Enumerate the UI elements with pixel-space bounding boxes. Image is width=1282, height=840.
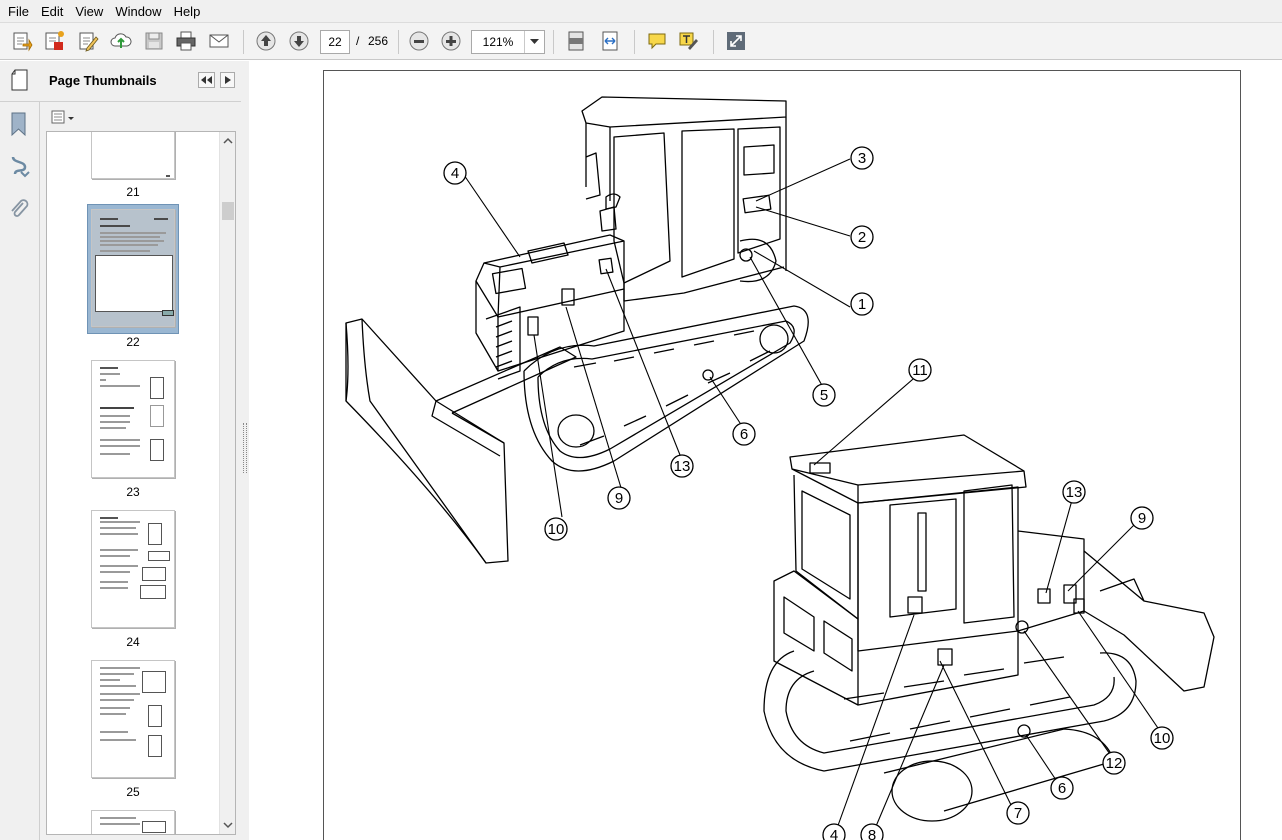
thumbnail-scrollbar[interactable] bbox=[219, 132, 235, 834]
zoom-value: 121% bbox=[482, 35, 514, 49]
page-icon bbox=[11, 69, 28, 91]
thumbnail-label: 23 bbox=[126, 485, 140, 499]
splitter-grip[interactable] bbox=[243, 423, 247, 473]
chevron-down-icon[interactable] bbox=[524, 31, 544, 53]
pane-options-icon[interactable] bbox=[220, 72, 235, 88]
toolbar-separator bbox=[553, 30, 554, 54]
toolbar-separator bbox=[398, 30, 399, 54]
comment-icon[interactable] bbox=[643, 28, 671, 54]
fit-page-icon[interactable] bbox=[562, 28, 590, 54]
edit-icon[interactable] bbox=[74, 28, 102, 54]
thumbnail-options-button[interactable] bbox=[51, 109, 75, 127]
callout-number: 1 bbox=[858, 296, 866, 313]
menu-help[interactable]: Help bbox=[168, 0, 207, 23]
callout-number: 2 bbox=[858, 229, 866, 246]
callout-number: 8 bbox=[868, 827, 876, 840]
callout-number: 10 bbox=[1154, 730, 1171, 747]
scroll-up-icon[interactable] bbox=[223, 137, 233, 144]
thumbnail-page[interactable] bbox=[91, 810, 175, 834]
highlight-text-icon[interactable] bbox=[675, 28, 703, 54]
email-icon[interactable] bbox=[205, 28, 233, 54]
callout-number: 4 bbox=[451, 165, 459, 182]
previous-page-icon[interactable] bbox=[252, 28, 280, 54]
document-view[interactable]: 1 2 3 4 5 6 9 10 13 11 13 9 10 12 6 7 4 … bbox=[250, 61, 1282, 840]
pane-splitter[interactable] bbox=[241, 61, 249, 840]
print-icon[interactable] bbox=[172, 28, 200, 54]
full-screen-icon[interactable] bbox=[722, 28, 750, 54]
callout-number: 6 bbox=[1058, 780, 1066, 797]
page-separator: / bbox=[356, 34, 360, 48]
thumbnail-page[interactable] bbox=[91, 360, 175, 478]
document-page: 1 2 3 4 5 6 9 10 13 11 13 9 10 12 6 7 4 … bbox=[323, 70, 1241, 840]
menu-edit[interactable]: Edit bbox=[35, 0, 69, 23]
page-total: 256 bbox=[368, 34, 389, 48]
callout-number: 3 bbox=[858, 150, 866, 167]
nav-header: Page Thumbnails bbox=[0, 61, 248, 102]
callout-number: 13 bbox=[674, 458, 691, 475]
thumbnail-page[interactable] bbox=[91, 660, 175, 778]
fit-width-icon[interactable] bbox=[596, 28, 624, 54]
menu-file[interactable]: File bbox=[2, 0, 35, 23]
toolbar-separator bbox=[243, 30, 244, 54]
callout-number: 13 bbox=[1066, 484, 1083, 501]
create-pdf-icon[interactable] bbox=[40, 28, 68, 54]
callout-number: 5 bbox=[820, 387, 828, 404]
callout-number: 10 bbox=[548, 521, 565, 538]
callout-number: 9 bbox=[1138, 510, 1146, 527]
thumbnail-page[interactable] bbox=[91, 510, 175, 628]
zoom-in-icon[interactable] bbox=[437, 28, 465, 54]
toolbar-separator bbox=[634, 30, 635, 54]
signatures-icon[interactable] bbox=[8, 154, 30, 180]
scroll-down-icon[interactable] bbox=[223, 822, 233, 829]
collapse-pane-icon[interactable] bbox=[198, 72, 215, 88]
navigation-pane: Page Thumbnails 21 22 23 24 25 bbox=[0, 61, 249, 840]
zoom-out-icon[interactable] bbox=[405, 28, 433, 54]
page-number-input[interactable] bbox=[320, 30, 350, 54]
next-page-icon[interactable] bbox=[285, 28, 313, 54]
callout-number: 6 bbox=[740, 426, 748, 443]
callout-number: 11 bbox=[912, 362, 928, 379]
attachment-icon[interactable] bbox=[8, 197, 30, 223]
zoom-select[interactable]: 121% bbox=[471, 30, 545, 54]
menu-window[interactable]: Window bbox=[109, 0, 167, 23]
save-icon[interactable] bbox=[140, 28, 168, 54]
callout-number: 7 bbox=[1014, 805, 1022, 822]
scrollbar-thumb[interactable] bbox=[222, 202, 234, 220]
callout-number: 4 bbox=[830, 827, 838, 840]
thumbnail-label: 21 bbox=[126, 185, 140, 199]
menu-bar: File Edit View Window Help bbox=[0, 0, 1282, 23]
nav-icon-bar bbox=[0, 102, 40, 840]
menu-view[interactable]: View bbox=[69, 0, 109, 23]
bookmark-icon[interactable] bbox=[8, 111, 30, 137]
open-icon[interactable] bbox=[8, 28, 36, 54]
upload-cloud-icon[interactable] bbox=[107, 28, 135, 54]
thumbnail-page[interactable] bbox=[91, 132, 175, 179]
thumbnail-label: 25 bbox=[126, 785, 140, 799]
callout-number: 9 bbox=[615, 490, 623, 507]
thumbnail-list[interactable]: 21 22 23 24 25 bbox=[46, 131, 236, 835]
callout-number: 12 bbox=[1106, 755, 1123, 772]
toolbar: / 256 121% bbox=[0, 23, 1282, 60]
bulldozer-diagram: 1 2 3 4 5 6 9 10 13 11 13 9 10 12 6 7 4 … bbox=[345, 96, 1215, 840]
thumbnail-page-current[interactable] bbox=[91, 209, 175, 327]
nav-title: Page Thumbnails bbox=[49, 73, 157, 88]
toolbar-separator bbox=[713, 30, 714, 54]
thumbnail-label: 22 bbox=[126, 335, 140, 349]
thumbnail-label: 24 bbox=[126, 635, 140, 649]
